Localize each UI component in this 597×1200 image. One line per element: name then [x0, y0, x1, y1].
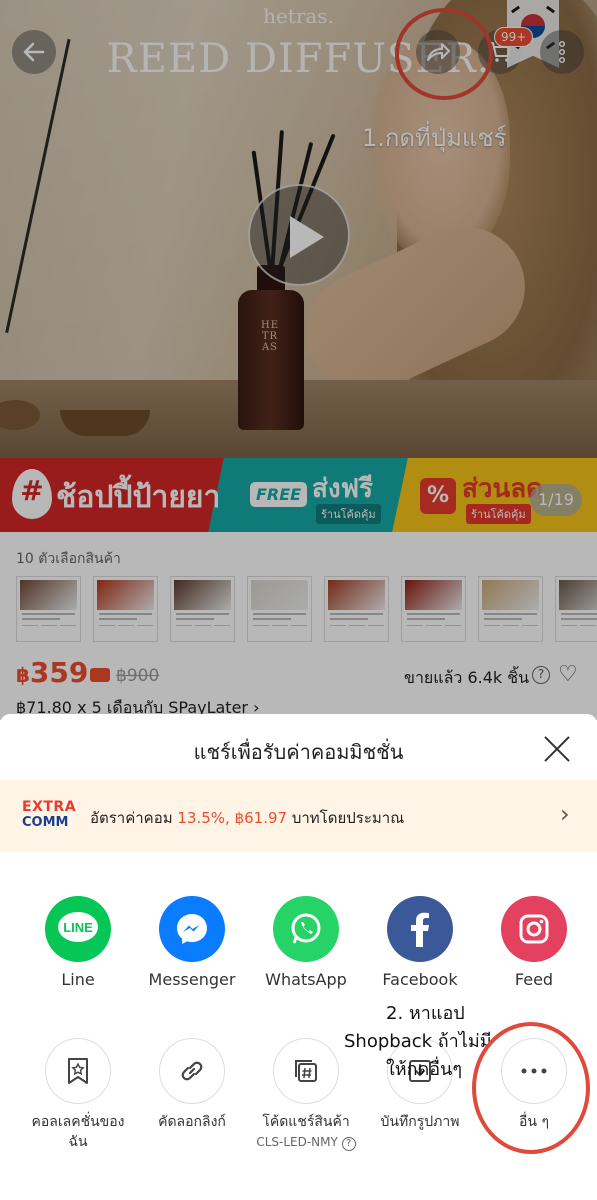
comm-logo-text: COMM [22, 815, 69, 830]
annotation-circle-more [472, 1022, 590, 1154]
share-code: CLS-LED-NMY ? [256, 1132, 356, 1152]
svg-text:LINE: LINE [63, 920, 93, 935]
app-label: WhatsApp [265, 970, 347, 989]
question-icon[interactable]: ? [341, 1137, 356, 1151]
share-whatsapp[interactable]: WhatsApp [256, 896, 356, 989]
line-icon: LINE [45, 896, 111, 962]
commission-text: อัตราค่าคอม 13.5%, ฿61.97 บาทโดยประมาณ [90, 806, 404, 830]
action-copy-link[interactable]: คัดลอกลิงก์ [142, 1038, 242, 1132]
facebook-icon [387, 896, 453, 962]
share-line[interactable]: LINE Line [28, 896, 128, 989]
hash-code-icon [273, 1038, 339, 1104]
extra-comm-logo: EXTRA COMM [22, 800, 80, 832]
sheet-title: แชร์เพื่อรับค่าคอมมิชชั่น [193, 740, 404, 764]
commission-suffix: บาทโดยประมาณ [287, 809, 405, 827]
action-label: คอลเลคชั่นของฉัน [31, 1114, 125, 1150]
messenger-icon [159, 896, 225, 962]
whatsapp-icon [273, 896, 339, 962]
share-facebook[interactable]: Facebook [370, 896, 470, 989]
chevron-right-icon: › [560, 800, 570, 828]
instagram-icon [501, 896, 567, 962]
commission-bar[interactable]: EXTRA COMM อัตราค่าคอม 13.5%, ฿61.97 บาท… [0, 780, 597, 852]
extra-logo-text: EXTRA [22, 799, 77, 815]
action-label-text: โค้ดแชร์สินค้า [262, 1114, 350, 1130]
share-messenger[interactable]: Messenger [142, 896, 242, 989]
app-label: Feed [514, 970, 554, 989]
action-my-collection[interactable]: คอลเลคชั่นของฉัน [28, 1038, 128, 1152]
link-icon [159, 1038, 225, 1104]
app-label: Line [61, 970, 95, 989]
commission-rate: 13.5%, ฿61.97 [177, 809, 288, 827]
share-code-value: CLS-LED-NMY [256, 1135, 338, 1149]
modal-backdrop[interactable] [0, 0, 597, 720]
action-share-code[interactable]: โค้ดแชร์สินค้า CLS-LED-NMY ? [256, 1038, 356, 1152]
app-label: Facebook [382, 970, 458, 989]
app-label: Messenger [148, 970, 236, 989]
share-feed[interactable]: Feed [484, 896, 584, 989]
commission-prefix: อัตราค่าคอม [90, 809, 178, 827]
action-label: โค้ดแชร์สินค้า CLS-LED-NMY ? [256, 1112, 356, 1152]
action-label: คัดลอกลิงก์ [158, 1114, 226, 1130]
bookmark-star-icon [45, 1038, 111, 1104]
close-button[interactable] [540, 732, 574, 766]
action-label: บันทึกรูปภาพ [380, 1114, 460, 1130]
